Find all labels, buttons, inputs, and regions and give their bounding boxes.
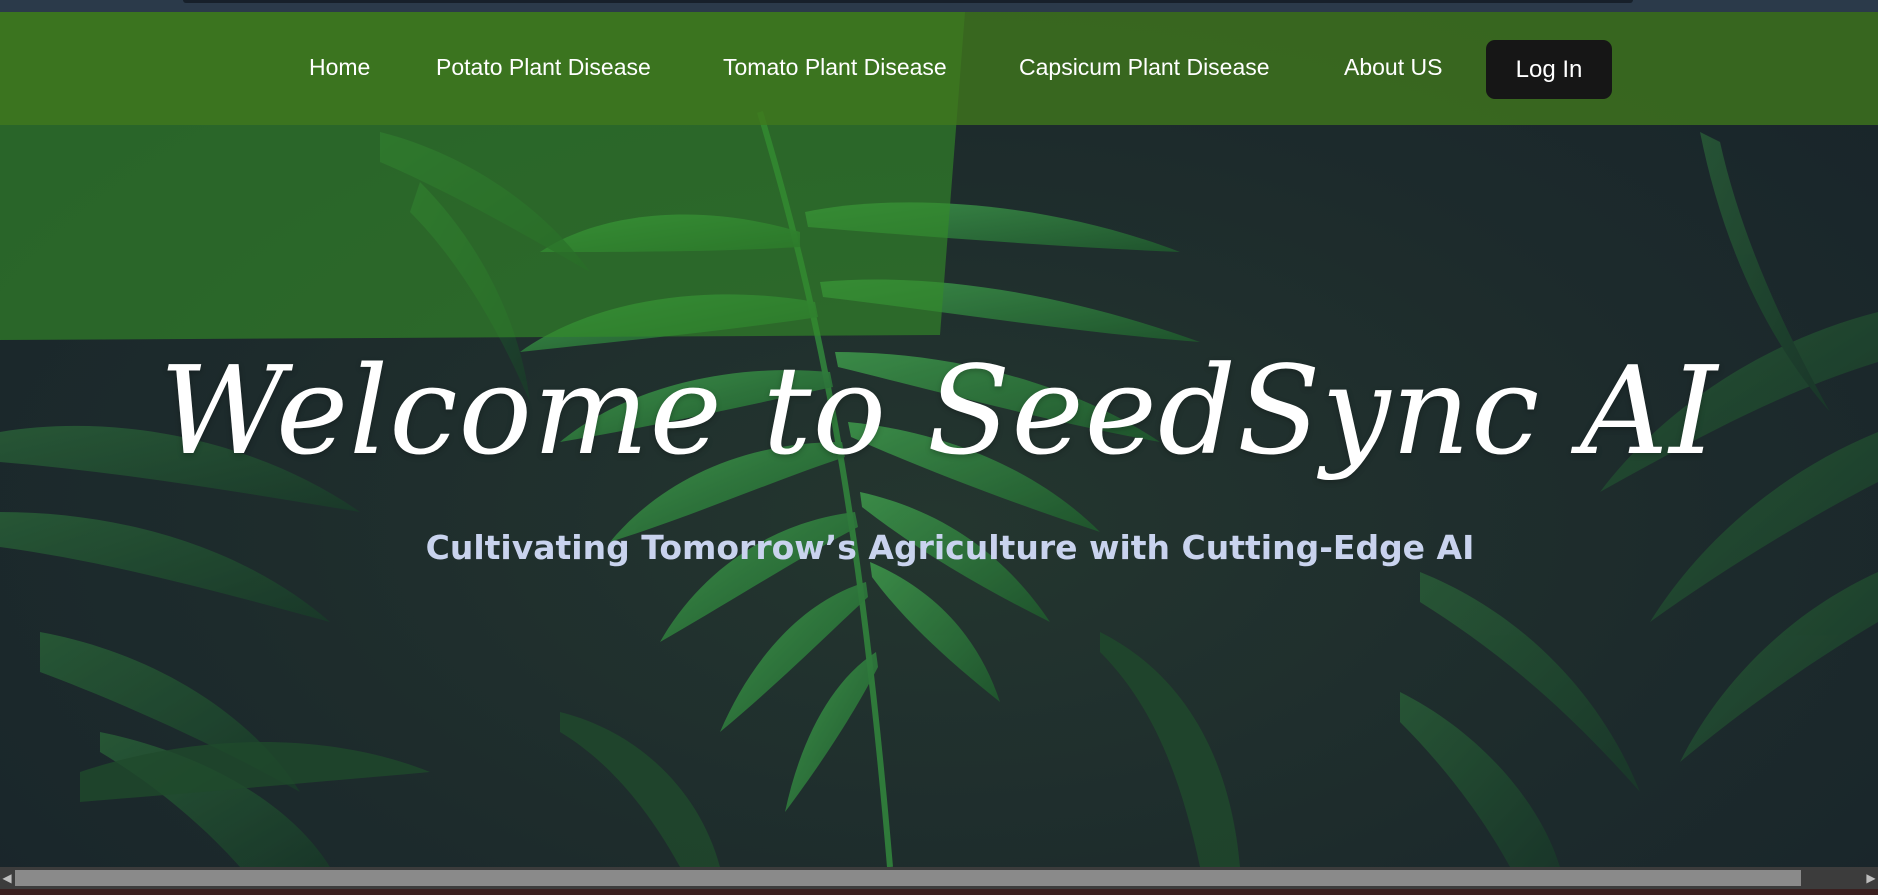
login-button[interactable]: Log In	[1486, 40, 1612, 99]
chevron-right-icon[interactable]: ▶	[1864, 867, 1878, 889]
hero-subtitle: Cultivating Tomorrow’s Agriculture with …	[425, 528, 1475, 567]
nav-link-potato-plant-disease[interactable]: Potato Plant Disease	[436, 54, 651, 81]
nav-link-about-us[interactable]: About US	[1344, 54, 1442, 81]
browser-top-bar	[183, 0, 1633, 3]
nav-link-capsicum-plant-disease[interactable]: Capsicum Plant Disease	[1019, 54, 1270, 81]
chevron-left-icon[interactable]: ◀	[0, 867, 14, 889]
nav-menu: Home Potato Plant Disease Tomato Plant D…	[0, 12, 1878, 125]
hero-title: Welcome to SeedSync AI	[159, 340, 1719, 482]
page: Home Potato Plant Disease Tomato Plant D…	[0, 0, 1878, 895]
horizontal-scrollbar[interactable]: ◀ ▶	[0, 867, 1878, 889]
nav-link-home[interactable]: Home	[309, 54, 370, 81]
browser-top-strip	[0, 0, 1878, 12]
top-navbar: Home Potato Plant Disease Tomato Plant D…	[0, 12, 1878, 125]
taskbar-edge	[0, 889, 1878, 895]
scrollbar-thumb[interactable]	[15, 870, 1801, 886]
nav-link-tomato-plant-disease[interactable]: Tomato Plant Disease	[723, 54, 947, 81]
